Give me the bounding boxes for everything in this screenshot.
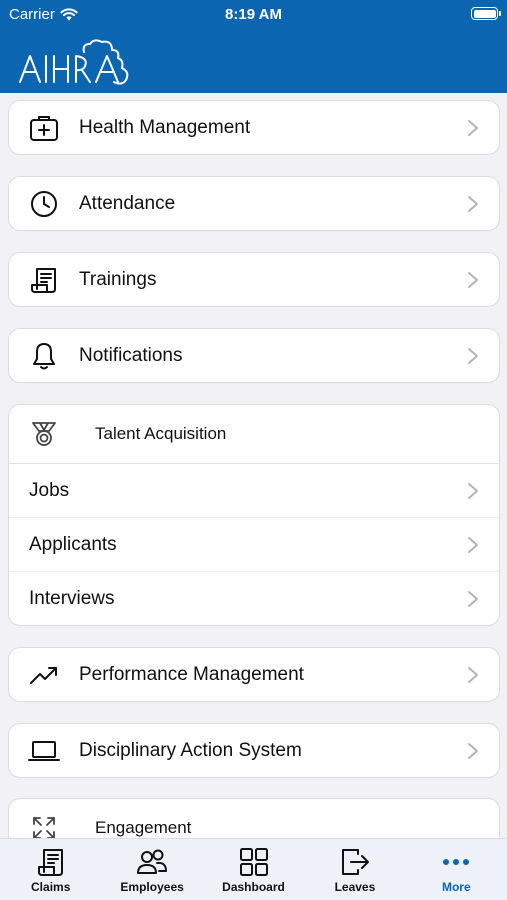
tab-dashboard[interactable]: Dashboard (203, 839, 304, 900)
clock-icon (28, 188, 60, 220)
chevron-right-icon (468, 591, 478, 607)
menu-item-label: Disciplinary Action System (79, 739, 302, 761)
submenu-item-label: Applicants (29, 533, 117, 555)
menu-list: Health Management Attendance Trainings N… (0, 93, 507, 838)
bottom-tab-bar: Claims Employees Dashboard Leaves More (0, 838, 507, 900)
tab-leaves[interactable]: Leaves (304, 839, 405, 900)
menu-item-label: Notifications (79, 344, 183, 366)
scroll-icon (28, 264, 60, 296)
menu-item-performance-management[interactable]: Performance Management (8, 647, 500, 702)
menu-item-label: Health Management (79, 116, 251, 138)
tab-claims[interactable]: Claims (0, 839, 101, 900)
aihra-logo (19, 39, 129, 85)
talent-acquisition-section: Talent Acquisition Jobs Applicants Inter… (8, 404, 500, 626)
app-header: Carrier 8:19 AM (0, 0, 507, 93)
submenu-item-label: Interviews (29, 588, 115, 609)
chevron-right-icon (468, 482, 478, 499)
submenu-item-interviews[interactable]: Interviews (9, 572, 499, 625)
bell-icon (28, 340, 60, 372)
status-bar: Carrier 8:19 AM (0, 0, 507, 28)
menu-item-health-management[interactable]: Health Management (8, 100, 500, 155)
submenu-item-applicants[interactable]: Applicants (9, 518, 499, 572)
medal-icon (28, 418, 60, 450)
first-aid-kit-icon (28, 112, 60, 144)
laptop-icon (28, 735, 60, 767)
logout-icon (341, 849, 369, 875)
menu-item-label: Trainings (79, 268, 157, 290)
chevron-right-icon (468, 742, 478, 759)
more-dots-icon (443, 859, 470, 865)
tab-label: Claims (31, 880, 71, 894)
talent-acquisition-header: Talent Acquisition (9, 405, 499, 464)
chevron-right-icon (468, 347, 478, 364)
tab-employees[interactable]: Employees (101, 839, 202, 900)
tab-label: Leaves (334, 880, 376, 894)
chevron-right-icon (468, 536, 478, 553)
submenu-item-jobs[interactable]: Jobs (9, 464, 499, 518)
tab-label: Dashboard (222, 880, 285, 894)
engagement-section: Engagement (8, 798, 500, 838)
tab-label: Employees (120, 880, 184, 894)
battery-icon (471, 7, 501, 20)
submenu-item-label: Jobs (29, 479, 70, 501)
claims-icon (37, 849, 63, 876)
menu-item-attendance[interactable]: Attendance (8, 176, 500, 231)
status-time: 8:19 AM (225, 6, 282, 23)
chevron-right-icon (468, 195, 478, 212)
chevron-right-icon (468, 119, 478, 136)
people-icon (137, 849, 168, 874)
menu-item-label: Performance Management (79, 663, 304, 685)
menu-item-disciplinary-action-system[interactable]: Disciplinary Action System (8, 723, 500, 778)
chevron-right-icon (468, 271, 478, 288)
section-title: Engagement (95, 818, 192, 837)
menu-item-notifications[interactable]: Notifications (8, 328, 500, 383)
menu-item-label: Attendance (79, 192, 176, 214)
chevron-right-icon (468, 666, 478, 683)
section-title: Talent Acquisition (95, 424, 227, 443)
engagement-header: Engagement (9, 799, 499, 838)
grid-icon (239, 848, 268, 876)
tab-label: More (441, 880, 471, 894)
trending-up-icon (28, 659, 60, 691)
tab-more[interactable]: More (406, 839, 507, 900)
menu-item-trainings[interactable]: Trainings (8, 252, 500, 307)
expand-arrows-icon (28, 812, 60, 838)
